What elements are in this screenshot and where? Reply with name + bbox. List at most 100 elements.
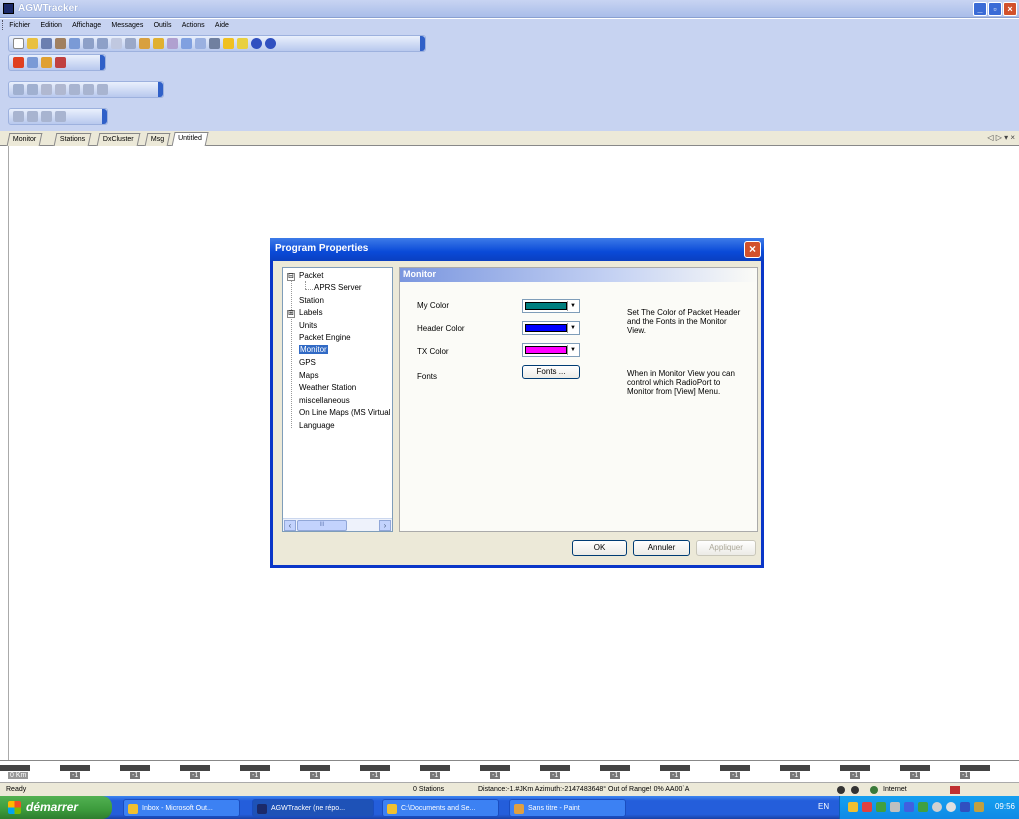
- tx-color-picker[interactable]: ▼: [522, 343, 580, 357]
- open-icon[interactable]: [27, 38, 38, 49]
- fonts-button[interactable]: Fonts ...: [522, 365, 580, 379]
- tree-item-weather-station[interactable]: Weather Station: [299, 383, 356, 392]
- task-paint[interactable]: Sans titre - Paint: [509, 799, 626, 817]
- tree-item-online-maps[interactable]: On Line Maps (MS Virtual: [299, 408, 390, 417]
- search-icon[interactable]: [83, 38, 94, 49]
- header-color-picker[interactable]: ▼: [522, 321, 580, 335]
- menu-fichier[interactable]: Fichier: [9, 19, 30, 32]
- close-button[interactable]: ×: [1003, 2, 1017, 16]
- task-outlook[interactable]: Inbox - Microsoft Out...: [123, 799, 240, 817]
- new-icon[interactable]: [13, 38, 24, 49]
- menu-messages[interactable]: Messages: [111, 19, 143, 32]
- tree-item-packet-engine[interactable]: Packet Engine: [299, 333, 351, 342]
- tab-monitor[interactable]: Monitor: [6, 133, 43, 146]
- tree-item-gps[interactable]: GPS: [299, 358, 316, 367]
- route-back-icon[interactable]: [27, 84, 38, 95]
- copy-icon[interactable]: [27, 57, 38, 68]
- tree-item-miscellaneous[interactable]: miscellaneous: [299, 396, 350, 405]
- map1-icon[interactable]: [69, 84, 80, 95]
- tree-item-labels[interactable]: Labels: [299, 308, 323, 317]
- clock[interactable]: 09:56: [995, 802, 1015, 811]
- open-folder-icon[interactable]: [41, 57, 52, 68]
- maximize-button[interactable]: ▫: [988, 2, 1002, 16]
- chevron-down-icon[interactable]: ▼: [567, 345, 578, 355]
- tab-navigation[interactable]: ◁ ▷ ▾ ×: [987, 133, 1015, 142]
- zoom-icon[interactable]: [181, 38, 192, 49]
- task-agwtracker[interactable]: AGWTracker (ne répo...: [252, 799, 374, 817]
- pen-icon[interactable]: [223, 38, 234, 49]
- tree-item-maps[interactable]: Maps: [299, 371, 319, 380]
- menu-affichage[interactable]: Affichage: [72, 19, 101, 32]
- menu-outils[interactable]: Outils: [154, 19, 172, 32]
- tray-app-icon[interactable]: [932, 802, 942, 812]
- view4-icon[interactable]: [55, 111, 66, 122]
- toolbar-overflow[interactable]: [420, 36, 425, 51]
- tab-stations[interactable]: Stations: [53, 133, 92, 146]
- tab-dxcluster[interactable]: DxCluster: [96, 133, 141, 146]
- collapse-icon[interactable]: ⊟: [287, 273, 295, 281]
- move-icon[interactable]: [111, 38, 122, 49]
- tray-app-icon[interactable]: [904, 802, 914, 812]
- tree-item-units[interactable]: Units: [299, 321, 317, 330]
- menu-edition[interactable]: Edition: [40, 19, 61, 32]
- tab-msg[interactable]: Msg: [144, 133, 171, 146]
- tab-untitled[interactable]: Untitled: [171, 132, 209, 147]
- tool-icon[interactable]: [167, 38, 178, 49]
- toolbar-overflow[interactable]: [100, 55, 105, 70]
- print-icon[interactable]: [55, 38, 66, 49]
- tray-app-icon[interactable]: [918, 802, 928, 812]
- cancel-button[interactable]: Annuler: [633, 540, 690, 556]
- menu-actions[interactable]: Actions: [182, 19, 205, 32]
- chevron-down-icon[interactable]: ▼: [567, 301, 578, 311]
- station-icon[interactable]: [139, 38, 150, 49]
- help-icon[interactable]: [265, 38, 276, 49]
- export-icon[interactable]: [69, 38, 80, 49]
- map3-icon[interactable]: [97, 84, 108, 95]
- route-icon[interactable]: [13, 84, 24, 95]
- tray-app-icon[interactable]: [848, 802, 858, 812]
- scroll-right-icon[interactable]: ›: [379, 520, 391, 531]
- tree-item-station[interactable]: Station: [299, 296, 324, 305]
- line-icon[interactable]: [195, 38, 206, 49]
- pointer-icon[interactable]: [153, 38, 164, 49]
- menu-aide[interactable]: Aide: [215, 19, 229, 32]
- map2-icon[interactable]: [83, 84, 94, 95]
- toolbar-overflow[interactable]: [102, 109, 107, 124]
- language-indicator[interactable]: EN: [818, 802, 829, 811]
- scroll-left-icon[interactable]: ‹: [284, 520, 296, 531]
- tree-item-aprs-server[interactable]: APRS Server: [314, 283, 362, 292]
- toolbar-overflow[interactable]: [158, 82, 163, 97]
- info-icon[interactable]: [251, 38, 262, 49]
- tray-app-icon[interactable]: [946, 802, 956, 812]
- settings-icon[interactable]: [209, 38, 220, 49]
- view1-icon[interactable]: [13, 111, 24, 122]
- close-doc-icon[interactable]: [55, 57, 66, 68]
- view2-icon[interactable]: [27, 111, 38, 122]
- expand-icon[interactable]: ⊞: [287, 310, 295, 318]
- tray-app-icon[interactable]: [890, 802, 900, 812]
- grid-icon[interactable]: [125, 38, 136, 49]
- find-icon[interactable]: [97, 38, 108, 49]
- minimize-button[interactable]: _: [973, 2, 987, 16]
- save-icon[interactable]: [41, 38, 52, 49]
- delete-icon[interactable]: [13, 57, 24, 68]
- ok-button[interactable]: OK: [572, 540, 627, 556]
- view3-icon[interactable]: [41, 111, 52, 122]
- chevron-down-icon[interactable]: ▼: [567, 323, 578, 333]
- volume-icon[interactable]: [974, 802, 984, 812]
- tree-item-language[interactable]: Language: [299, 421, 335, 430]
- my-color-picker[interactable]: ▼: [522, 299, 580, 313]
- tree-item-packet[interactable]: Packet: [299, 271, 323, 280]
- task-explorer[interactable]: C:\Documents and Se...: [382, 799, 499, 817]
- start-button[interactable]: démarrer: [0, 796, 112, 819]
- apply-button[interactable]: Appliquer: [696, 540, 756, 556]
- tray-app-icon[interactable]: [960, 802, 970, 812]
- lightning-icon[interactable]: [237, 38, 248, 49]
- tray-app-icon[interactable]: [862, 802, 872, 812]
- horizontal-scrollbar[interactable]: ‹ III ›: [283, 518, 392, 531]
- layers-icon[interactable]: [41, 84, 52, 95]
- clear-icon[interactable]: [55, 84, 66, 95]
- scroll-thumb[interactable]: III: [297, 520, 347, 531]
- dialog-close-button[interactable]: ×: [744, 241, 761, 258]
- tree-item-monitor[interactable]: Monitor: [299, 345, 328, 354]
